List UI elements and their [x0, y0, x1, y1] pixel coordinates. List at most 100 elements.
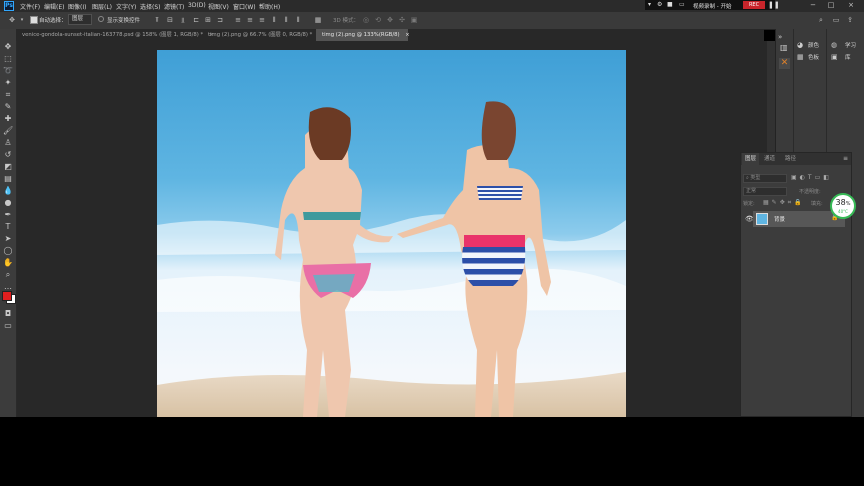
distribute-hcenter-icon[interactable]: ⦀	[282, 16, 290, 24]
learn-panel-icon[interactable]: ◍	[831, 41, 837, 49]
lock-icons[interactable]: ▦✎✥⌗🔒	[763, 199, 805, 207]
recorder-menu-icon[interactable]: ▾	[648, 1, 651, 8]
menu-filter[interactable]: 滤镜(T)	[164, 2, 184, 11]
move-tool-icon[interactable]: ✥	[3, 42, 13, 52]
history-brush-tool-icon[interactable]: ↺	[3, 150, 13, 160]
panel-menu-icon[interactable]: ≡	[843, 155, 848, 162]
menu-image[interactable]: 图像(I)	[68, 2, 86, 11]
rec-badge[interactable]: REC	[743, 1, 765, 9]
type-tool-icon[interactable]: T	[3, 222, 13, 232]
align-right-icon[interactable]: ⊐	[216, 16, 224, 24]
3d-scale-icon[interactable]: ▣	[410, 16, 418, 24]
recorder-camera-icon[interactable]: ■	[667, 1, 673, 8]
3d-roll-icon[interactable]: ⟲	[374, 16, 382, 24]
history-panel-icon[interactable]: ▥	[780, 43, 788, 52]
move-tool-icon[interactable]: ✥	[8, 16, 16, 24]
brush-tool-icon[interactable]: 🖌	[3, 126, 13, 136]
magic-wand-tool-icon[interactable]: ✦	[3, 78, 13, 88]
align-bottom-icon[interactable]: ⫫	[179, 16, 187, 24]
distribute-vcenter-icon[interactable]: ≡	[246, 16, 254, 24]
close-icon[interactable]: ×	[844, 1, 858, 10]
libraries-panel-label[interactable]: 库	[845, 53, 851, 61]
menu-file[interactable]: 文件(F)	[20, 2, 40, 11]
menu-type[interactable]: 文字(Y)	[116, 2, 136, 11]
align-left-icon[interactable]: ⊏	[192, 16, 200, 24]
healing-brush-tool-icon[interactable]: ✚	[3, 114, 13, 124]
menu-3d[interactable]: 3D(D)	[188, 2, 206, 9]
menu-layer[interactable]: 图层(L)	[92, 2, 112, 11]
align-top-icon[interactable]: ⫪	[153, 16, 161, 24]
minimize-icon[interactable]: −	[806, 1, 820, 10]
distribute-right-icon[interactable]: ⦀	[294, 16, 302, 24]
cpu-percent: 38	[835, 198, 846, 207]
3d-pan-icon[interactable]: ✥	[386, 16, 394, 24]
share-icon[interactable]: ⇪	[846, 16, 854, 24]
hand-tool-icon[interactable]: ✋	[3, 258, 13, 268]
tab-venice-gondola[interactable]: venice-gondola-sunset-italian-163778.psd…	[16, 29, 213, 41]
tab-channels[interactable]: 通道	[761, 153, 778, 165]
maximize-icon[interactable]: □	[824, 1, 838, 10]
blend-mode-dropdown[interactable]: 正常	[743, 187, 787, 196]
gradient-tool-icon[interactable]: ▤	[3, 174, 13, 184]
color-panel-icon[interactable]: ◕	[797, 41, 803, 49]
distribute-bottom-icon[interactable]: ≡	[258, 16, 266, 24]
auto-select-dropdown[interactable]: 图层	[68, 14, 92, 25]
distribute-left-icon[interactable]: ⦀	[270, 16, 278, 24]
fill-label: 填充:	[811, 201, 823, 207]
swatches-panel-label[interactable]: 色板	[808, 53, 819, 61]
foreground-color-swatch[interactable]	[2, 291, 12, 301]
pen-tool-icon[interactable]: ✒	[3, 210, 13, 220]
auto-select-checkbox[interactable]	[30, 16, 38, 24]
color-panel-label[interactable]: 颜色	[808, 41, 819, 49]
tab-layers[interactable]: 图层	[742, 153, 760, 165]
dodge-tool-icon[interactable]: ●	[3, 198, 13, 208]
menu-help[interactable]: 帮助(H)	[259, 2, 280, 11]
panel-collapse-icon[interactable]: »	[778, 33, 782, 41]
photoshop-logo-icon[interactable]: Ps	[4, 1, 14, 11]
show-transform-checkbox[interactable]	[98, 16, 104, 22]
tab-timg-133[interactable]: timg (2).png @ 133%(RGB/8) ×	[316, 29, 410, 41]
quick-mask-icon[interactable]: ◘	[3, 309, 13, 319]
screen-mode-icon[interactable]: ▭	[3, 321, 13, 331]
libraries-panel-icon[interactable]: ▣	[831, 53, 838, 61]
chevron-down-icon[interactable]: ▾	[18, 16, 26, 24]
properties-panel-icon[interactable]: ✕	[779, 58, 790, 69]
document-canvas-image[interactable]	[157, 50, 626, 417]
path-selection-tool-icon[interactable]: ➤	[3, 234, 13, 244]
learn-panel-label[interactable]: 学习	[845, 41, 856, 49]
eraser-tool-icon[interactable]: ◩	[3, 162, 13, 172]
blur-tool-icon[interactable]: 💧	[3, 186, 13, 196]
lasso-tool-icon[interactable]: ➰	[3, 66, 13, 76]
tab-close-icon[interactable]: ×	[405, 32, 409, 38]
auto-align-icon[interactable]: ▦	[314, 16, 322, 24]
crop-tool-icon[interactable]: ⌗	[3, 90, 13, 100]
tab-label: timg (2).png @ 133%(RGB/8)	[322, 32, 400, 38]
recorder-pause-icon[interactable]: ❚❚	[768, 1, 780, 9]
eyedropper-tool-icon[interactable]: ✎	[3, 102, 13, 112]
3d-slide-icon[interactable]: ✣	[398, 16, 406, 24]
layer-kind-filter[interactable]: ⌕ 类型	[743, 174, 787, 183]
recorder-screen-icon[interactable]: ▭	[679, 1, 685, 8]
cpu-usage-badge[interactable]: 38% 40°C	[830, 193, 856, 219]
distribute-top-icon[interactable]: ≡	[234, 16, 242, 24]
menu-edit[interactable]: 编辑(E)	[44, 2, 64, 11]
show-transform-label: 显示变换控件	[107, 18, 141, 24]
marquee-tool-icon[interactable]: ⬚	[3, 54, 13, 64]
workspace-icon[interactable]: ▭	[832, 16, 840, 24]
menu-select[interactable]: 选择(S)	[140, 2, 161, 11]
tab-label: venice-gondola-sunset-italian-163778.psd…	[22, 32, 204, 38]
recorder-gear-icon[interactable]: ⚙	[657, 1, 662, 8]
zoom-tool-icon[interactable]: ⌕	[3, 270, 13, 280]
tab-timg-66[interactable]: timg (2).png @ 66.7% (图层 0, RGB/8) * ×	[202, 29, 322, 41]
menu-window[interactable]: 窗口(W)	[233, 2, 256, 11]
align-hcenter-icon[interactable]: ⊞	[204, 16, 212, 24]
menu-view[interactable]: 视图(V)	[208, 2, 229, 11]
align-vcenter-icon[interactable]: ⊟	[166, 16, 174, 24]
tab-paths[interactable]: 路径	[782, 153, 799, 165]
ellipse-tool-icon[interactable]: ◯	[3, 246, 13, 256]
clone-stamp-tool-icon[interactable]: ♙	[3, 138, 13, 148]
3d-orbit-icon[interactable]: ◎	[362, 16, 370, 24]
filter-type-icons[interactable]: ▣◐T▭◧	[791, 174, 832, 181]
search-icon[interactable]: ⌕	[817, 16, 825, 24]
swatches-panel-icon[interactable]: ▦	[797, 53, 804, 61]
